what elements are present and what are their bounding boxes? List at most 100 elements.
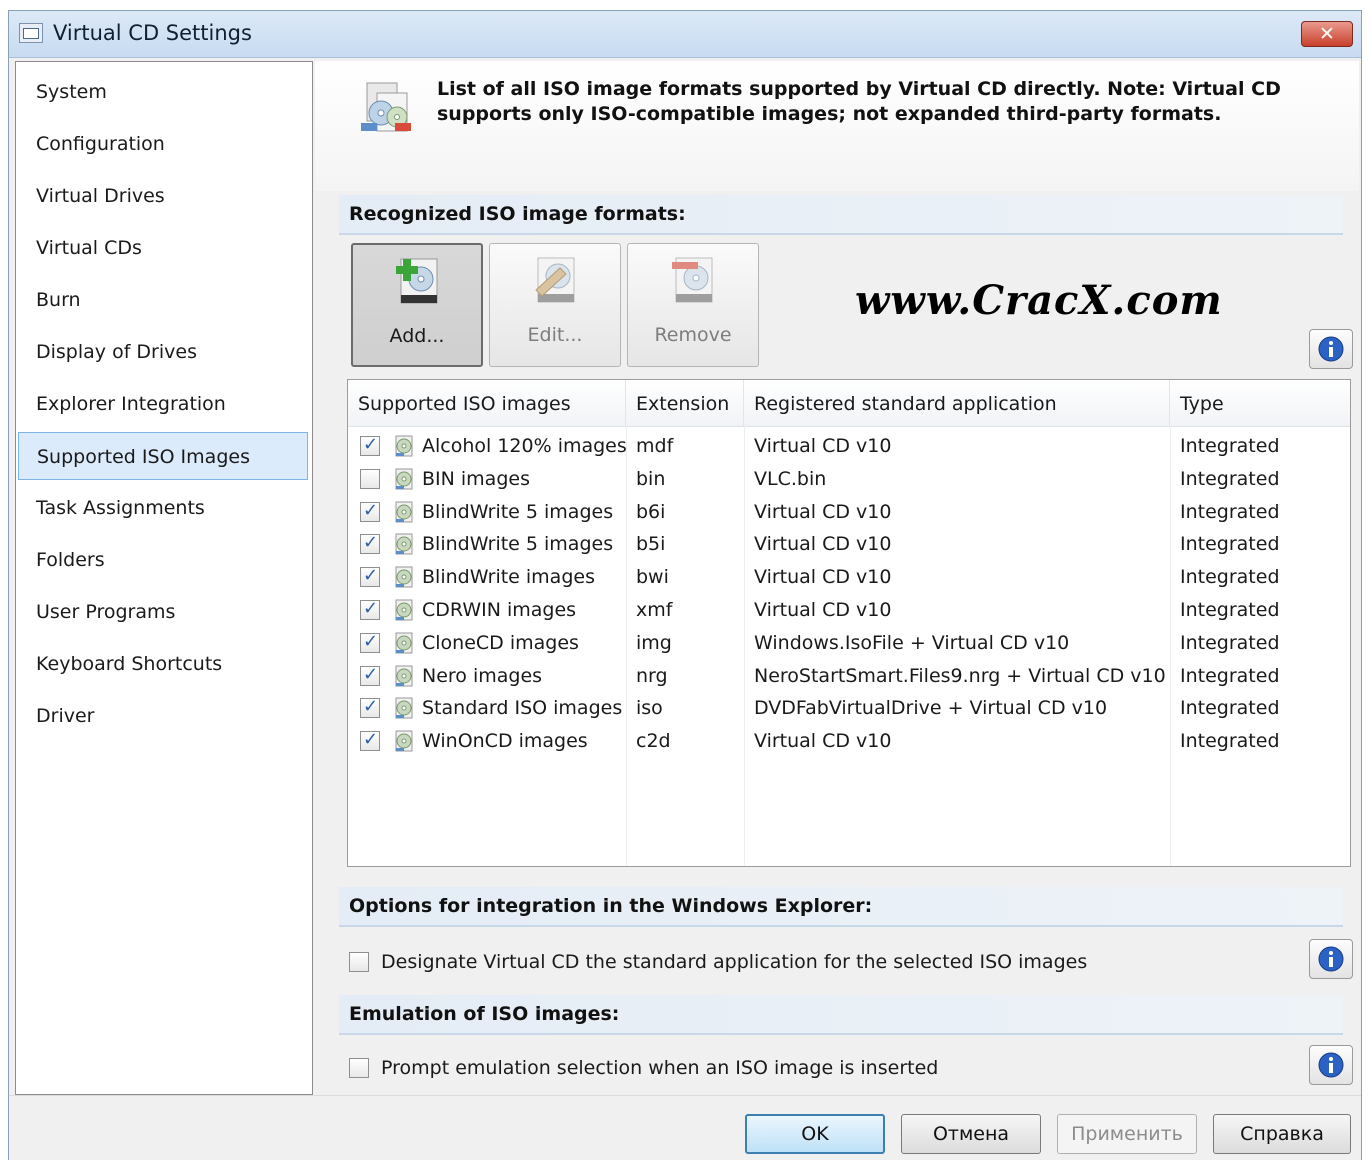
sidebar-item-user-programs[interactable]: User Programs xyxy=(18,588,308,636)
table-row[interactable]: CDRWIN images xmf Virtual CD v10 Integrated xyxy=(348,594,1350,627)
cancel-button[interactable]: Отмена xyxy=(901,1114,1041,1154)
sidebar-item-virtual-drives[interactable]: Virtual Drives xyxy=(18,172,308,220)
info-button-explorer[interactable] xyxy=(1309,939,1353,979)
format-application: Virtual CD v10 xyxy=(754,599,892,621)
format-type: Integrated xyxy=(1180,500,1280,523)
watermark-text: www.CracX.com xyxy=(855,277,1223,324)
disc-icon xyxy=(392,467,416,491)
disc-icon xyxy=(392,500,416,524)
format-type: Integrated xyxy=(1180,631,1280,654)
table-row[interactable]: BlindWrite images bwi Virtual CD v10 Integr… xyxy=(348,561,1350,594)
iso-images-icon xyxy=(361,82,411,132)
disc-icon xyxy=(392,664,416,688)
standard-app-checkbox[interactable] xyxy=(349,952,369,972)
sidebar-item-explorer-integration[interactable]: Explorer Integration xyxy=(18,380,308,428)
column-header-application[interactable]: Registered standard application xyxy=(744,380,1170,426)
format-type: Integrated xyxy=(1180,599,1280,621)
prompt-emulation-label: Prompt emulation selection when an ISO i… xyxy=(381,1057,939,1079)
disc-icon xyxy=(392,532,416,556)
row-checkbox[interactable] xyxy=(360,631,380,653)
settings-navigation: System Configuration Virtual Drives Virtual… xyxy=(15,61,313,1095)
sidebar-item-configuration[interactable]: Configuration xyxy=(18,120,308,168)
disc-icon xyxy=(392,565,416,589)
app-icon xyxy=(19,23,43,43)
table-row[interactable]: Nero images nrg NeroStartSmart.Files9.nrg … xyxy=(348,660,1350,693)
description-banner: List of all ISO image formats supported … xyxy=(315,61,1359,191)
format-extension: mdf xyxy=(636,435,674,457)
column-header-type[interactable]: Type xyxy=(1170,380,1350,426)
remove-button[interactable]: Remove xyxy=(627,243,759,367)
add-button[interactable]: Add... xyxy=(351,243,483,367)
format-application: NeroStartSmart.Files9.nrg + Virtual CD v… xyxy=(754,664,1166,687)
iso-formats-table: Supported ISO images Extension Registere… xyxy=(347,379,1351,867)
sidebar-item-virtual-cds[interactable]: Virtual CDs xyxy=(18,224,308,272)
format-type: Integrated xyxy=(1180,467,1280,490)
sidebar-item-burn[interactable]: Burn xyxy=(18,276,308,324)
format-type: Integrated xyxy=(1180,730,1280,753)
format-application: Virtual CD v10 xyxy=(754,533,892,556)
settings-window: Virtual CD Settings ✕ System Configuratio… xyxy=(8,10,1362,1160)
sidebar-item-keyboard-shortcuts[interactable]: Keyboard Shortcuts xyxy=(18,640,308,688)
table-row[interactable]: BlindWrite 5 images b6i Virtual CD v10 Inte… xyxy=(348,496,1350,529)
format-application: VLC.bin xyxy=(754,467,827,490)
table-header: Supported ISO images Extension Registere… xyxy=(348,380,1350,427)
help-button[interactable]: Справка xyxy=(1213,1114,1351,1154)
edit-disc-icon xyxy=(535,257,575,303)
table-row[interactable]: WinOnCD images c2d Virtual CD v10 Integrate… xyxy=(348,725,1350,758)
format-name: BIN images xyxy=(422,467,530,490)
column-header-name[interactable]: Supported ISO images xyxy=(348,380,626,426)
info-icon xyxy=(1318,946,1344,972)
prompt-emulation-checkbox[interactable] xyxy=(349,1058,369,1078)
format-extension: b6i xyxy=(636,500,666,523)
format-extension: img xyxy=(636,631,672,654)
row-checkbox[interactable] xyxy=(360,729,380,752)
disc-icon xyxy=(392,631,416,655)
format-name: CDRWIN images xyxy=(422,599,577,621)
sidebar-item-driver[interactable]: Driver xyxy=(18,692,308,740)
ok-button[interactable]: OK xyxy=(745,1114,885,1154)
edit-button-label: Edit... xyxy=(527,324,583,346)
format-extension: bin xyxy=(636,467,666,490)
info-button-formats[interactable] xyxy=(1309,329,1353,369)
table-row[interactable]: BlindWrite 5 images b5i Virtual CD v10 Inte… xyxy=(348,528,1350,561)
sidebar-item-display-of-drives[interactable]: Display of Drives xyxy=(18,328,308,376)
row-checkbox[interactable] xyxy=(360,434,380,456)
row-checkbox[interactable] xyxy=(360,468,380,489)
sidebar-item-supported-iso-images[interactable]: Supported ISO Images xyxy=(18,432,308,480)
format-application: DVDFabVirtualDrive + Virtual CD v10 xyxy=(754,697,1108,720)
content-panel: List of all ISO image formats supported … xyxy=(315,61,1359,1095)
format-name: Nero images xyxy=(422,664,543,687)
close-button[interactable]: ✕ xyxy=(1301,21,1353,47)
title-bar[interactable]: Virtual CD Settings ✕ xyxy=(9,11,1361,58)
row-checkbox[interactable] xyxy=(360,696,380,719)
row-checkbox[interactable] xyxy=(360,664,380,686)
format-name: CloneCD images xyxy=(422,631,579,654)
emulation-header: Emulation of ISO images: xyxy=(339,995,1343,1035)
table-row[interactable]: Alcohol 120% images mdf Virtual CD v10 Inte… xyxy=(348,430,1350,463)
sidebar-item-system[interactable]: System xyxy=(18,68,308,116)
table-row[interactable]: BIN images bin VLC.bin Integrated xyxy=(348,463,1350,496)
format-name: BlindWrite 5 images xyxy=(422,500,614,523)
column-header-extension[interactable]: Extension xyxy=(626,380,744,426)
format-application: Windows.IsoFile + Virtual CD v10 xyxy=(754,631,1070,654)
row-checkbox[interactable] xyxy=(360,500,380,522)
table-row[interactable]: CloneCD images img Windows.IsoFile + Virtu… xyxy=(348,627,1350,660)
sidebar-item-task-assignments[interactable]: Task Assignments xyxy=(18,484,308,532)
add-disc-icon xyxy=(396,258,438,304)
disc-icon xyxy=(392,696,416,720)
format-name: Alcohol 120% images xyxy=(422,435,627,457)
sidebar-item-folders[interactable]: Folders xyxy=(18,536,308,584)
info-button-emulation[interactable] xyxy=(1309,1045,1353,1085)
row-checkbox[interactable] xyxy=(360,565,380,588)
row-checkbox[interactable] xyxy=(360,598,380,620)
format-extension: iso xyxy=(636,697,663,720)
edit-button[interactable]: Edit... xyxy=(489,243,621,367)
disc-icon xyxy=(392,434,416,458)
apply-button[interactable]: Применить xyxy=(1057,1114,1197,1154)
banner-description: List of all ISO image formats supported … xyxy=(437,78,1281,125)
format-type: Integrated xyxy=(1180,664,1280,687)
row-checkbox[interactable] xyxy=(360,532,380,555)
remove-button-label: Remove xyxy=(654,324,732,346)
close-icon: ✕ xyxy=(1319,23,1335,45)
table-row[interactable]: Standard ISO images iso DVDFabVirtualDrive… xyxy=(348,692,1350,725)
